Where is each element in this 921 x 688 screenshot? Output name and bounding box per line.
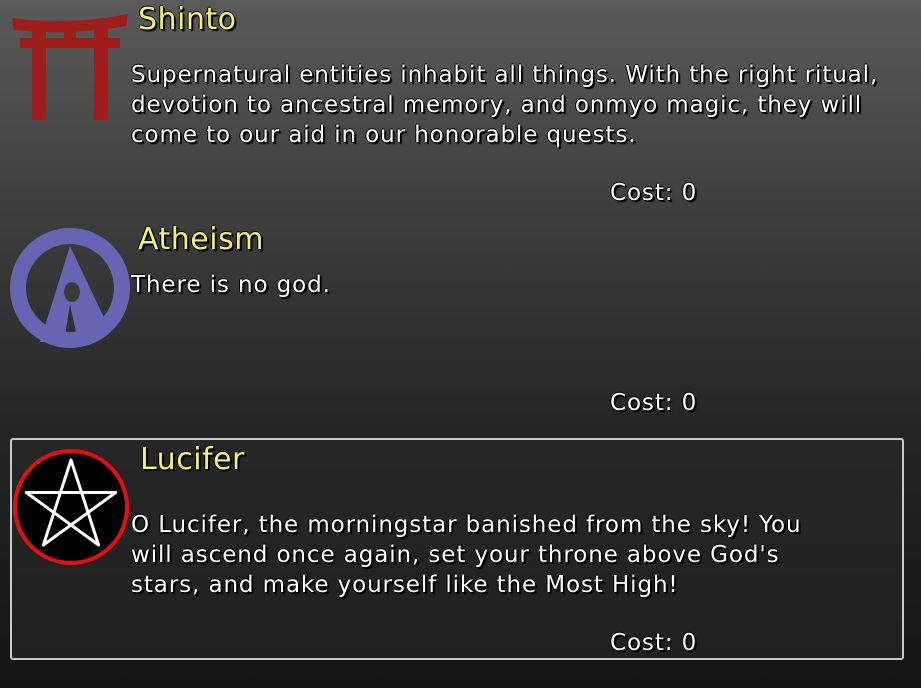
torii-gate-icon	[12, 14, 128, 120]
religion-cost: Cost: 0	[610, 180, 697, 206]
cost-value: 0	[681, 390, 698, 416]
atheism-symbol-icon	[10, 228, 130, 348]
cost-value: 0	[681, 630, 698, 656]
religion-description: Supernatural entities inhabit all things…	[131, 62, 879, 148]
religion-description: O Lucifer, the morningstar banished from…	[131, 512, 802, 598]
cost-label: Cost:	[610, 180, 674, 206]
religion-option-shinto[interactable]: Shinto Supernatural entities inhabit all…	[0, 0, 921, 215]
religion-cost: Cost: 0	[610, 390, 697, 416]
religion-cost: Cost: 0	[610, 630, 697, 656]
cost-label: Cost:	[610, 630, 674, 656]
religion-title: Lucifer	[140, 442, 245, 477]
pentagram-icon	[13, 449, 129, 565]
religion-option-lucifer[interactable]: Lucifer O Lucifer, the morningstar banis…	[10, 438, 904, 660]
cost-value: 0	[681, 180, 698, 206]
cost-label: Cost:	[610, 390, 674, 416]
religion-option-atheism[interactable]: Atheism There is no god. Cost: 0	[0, 220, 921, 430]
religion-title: Shinto	[138, 2, 237, 37]
religion-title: Atheism	[138, 222, 264, 257]
religion-description: There is no god.	[131, 272, 331, 298]
